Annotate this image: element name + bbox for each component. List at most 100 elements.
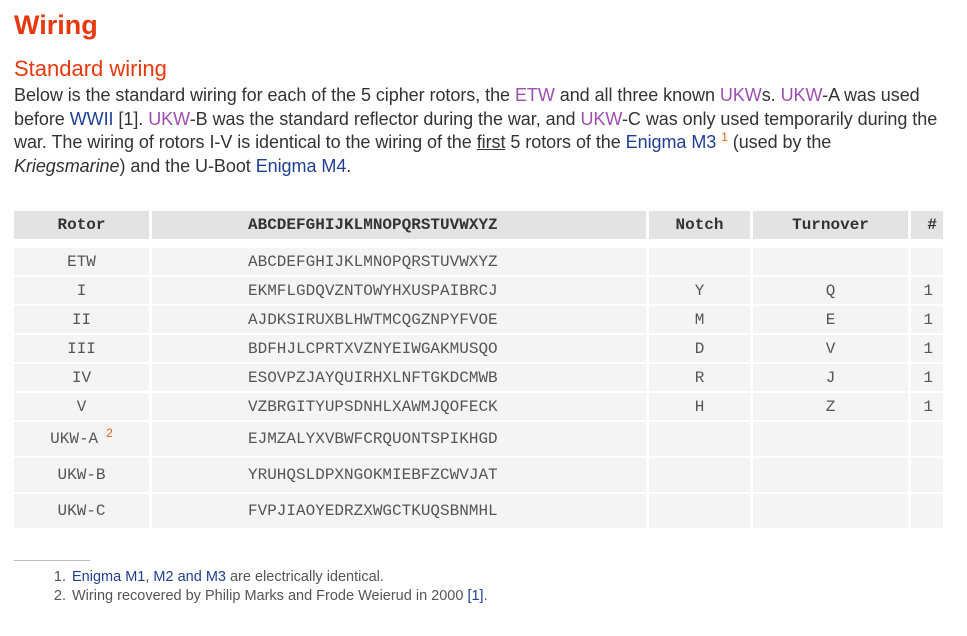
cell-notch: R: [649, 364, 753, 393]
intro-paragraph: Below is the standard wiring for each of…: [14, 84, 944, 178]
intro-text: [1].: [113, 108, 149, 129]
cell-rotor-text: V: [76, 397, 87, 416]
ukw-link[interactable]: UKW: [781, 85, 823, 105]
cell-turnover-text: Q: [825, 281, 836, 300]
m2-m3-link[interactable]: M2 and M3: [153, 569, 226, 585]
cell-turnover-text: V: [825, 339, 836, 358]
cell-turnover: Z: [753, 393, 911, 422]
enigma-m4-link[interactable]: Enigma M4: [256, 156, 347, 176]
cell-wiring: EKMFLGDQVZNTOWYHXUSPAIBRCJ: [152, 277, 649, 306]
cell-turnover: J: [753, 364, 911, 393]
cell-number-text: 1: [923, 310, 933, 329]
cell-turnover-text: J: [825, 368, 836, 387]
intro-text: Below is the standard wiring for each of…: [14, 85, 515, 105]
first-link[interactable]: first: [477, 132, 506, 152]
cell-notch-text: M: [694, 310, 705, 329]
cell-notch: [649, 248, 753, 277]
cell-wiring-text: ESOVPZJAYQUIRHXLNFTGKDCMWB: [248, 368, 498, 387]
cell-rotor-text: UKW-C: [57, 502, 106, 520]
etw-link[interactable]: ETW: [515, 85, 555, 105]
intro-text: (used by the: [727, 132, 832, 152]
cell-notch: H: [649, 393, 753, 422]
cell-number-text: 1: [923, 368, 933, 387]
table-row: UKW-C FVPJIAOYEDRZXWGCTKUQSBNMHL: [14, 494, 943, 530]
cell-wiring-text: EJMZALYXVBWFCRQUONTSPIKHGD: [248, 430, 498, 448]
cell-number: [911, 458, 943, 494]
cell-rotor: III: [14, 335, 152, 364]
cell-number: 1: [911, 335, 943, 364]
enigma-m3-link[interactable]: Enigma M3: [626, 132, 717, 152]
table-row: UKW-B YRUHQSLDPXNGOKMIEBFZCWVJAT: [14, 458, 943, 494]
cell-notch: [649, 422, 753, 458]
cell-wiring: AJDKSIRUXBLHWTMCQGZNPYFVOE: [152, 306, 649, 335]
cell-rotor-text: UKW-A: [50, 430, 99, 448]
cell-notch: [649, 458, 753, 494]
footnote-text: Wiring recovered by Philip Marks and Fro…: [72, 588, 468, 604]
cell-wiring-text: YRUHQSLDPXNGOKMIEBFZCWVJAT: [248, 466, 498, 484]
cell-notch-text: Y: [694, 281, 705, 300]
column-header-turnover: Turnover: [753, 211, 911, 239]
page: Wiring Standard wiring Below is the stan…: [14, 8, 944, 530]
cell-notch-text: D: [694, 339, 705, 358]
intro-text: 5 rotors of the: [505, 132, 626, 152]
ukw-link[interactable]: UKW: [720, 85, 762, 105]
cell-rotor: UKW-B: [14, 458, 152, 494]
ukw-link[interactable]: UKW: [580, 109, 622, 129]
cell-number-text: 1: [923, 397, 933, 416]
cell-notch-text: R: [694, 368, 705, 387]
page-title: Wiring: [14, 10, 98, 40]
cell-number-text: 1: [923, 281, 933, 300]
cell-rotor: UKW-C: [14, 494, 152, 530]
cell-rotor-text: II: [71, 310, 92, 329]
table-spacer: [14, 239, 943, 248]
ukw-link[interactable]: UKW: [148, 109, 190, 129]
footnote-1: Enigma M1, M2 and M3 are electrically id…: [70, 568, 488, 587]
cell-turnover: [753, 248, 911, 277]
cell-number: 1: [911, 277, 943, 306]
intro-text: ) and the U-Boot: [119, 155, 256, 176]
footnote-text: are electrically identical.: [225, 569, 384, 585]
table-row: UKW-A 2 EJMZALYXVBWFCRQUONTSPIKHGD: [14, 422, 943, 458]
cell-rotor: V: [14, 393, 152, 422]
cell-rotor: I: [14, 277, 152, 306]
cell-turnover: [753, 422, 911, 458]
footnote-ref-2[interactable]: 2: [106, 426, 113, 440]
intro-text: -B was the standard reflector during the…: [189, 108, 581, 129]
cell-number: 1: [911, 364, 943, 393]
footnote-ref-1[interactable]: 1: [721, 130, 728, 144]
cell-wiring: YRUHQSLDPXNGOKMIEBFZCWVJAT: [152, 458, 649, 494]
cell-turnover: E: [753, 306, 911, 335]
table-row: V VZBRGITYUPSDNHLXAWMJQOFECK H Z 1: [14, 393, 943, 422]
column-header-notch: Notch: [649, 211, 753, 239]
cell-turnover-text: E: [825, 310, 836, 329]
wwii-link[interactable]: WWII: [70, 109, 114, 129]
table-row: IV ESOVPZJAYQUIRHXLNFTGKDCMWB R J 1: [14, 364, 943, 393]
cell-wiring: FVPJIAOYEDRZXWGCTKUQSBNMHL: [152, 494, 649, 530]
cell-rotor-text: ETW: [67, 252, 96, 271]
cell-turnover: V: [753, 335, 911, 364]
m1-link[interactable]: M1: [125, 569, 145, 585]
cell-number: [911, 422, 943, 458]
cell-number: [911, 494, 943, 530]
table-row: II AJDKSIRUXBLHWTMCQGZNPYFVOE M E 1: [14, 306, 943, 335]
cell-notch: Y: [649, 277, 753, 306]
cell-rotor: ETW: [14, 248, 152, 277]
cell-wiring: BDFHJLCPRTXVZNYEIWGAKMUSQO: [152, 335, 649, 364]
intro-text: .: [346, 155, 352, 176]
reference-link[interactable]: [1]: [467, 588, 483, 604]
cell-rotor-text: I: [76, 281, 87, 300]
cell-wiring: ESOVPZJAYQUIRHXLNFTGKDCMWB: [152, 364, 649, 393]
table-header-row: Rotor ABCDEFGHIJKLMNOPQRSTUVWXYZ Notch T…: [14, 211, 943, 239]
enigma-link[interactable]: Enigma: [72, 569, 121, 585]
footnote-text: .: [483, 588, 488, 604]
intro-text: s.: [761, 85, 781, 105]
cell-turnover: [753, 458, 911, 494]
column-header-rotor: Rotor: [14, 211, 152, 239]
wiring-table: Rotor ABCDEFGHIJKLMNOPQRSTUVWXYZ Notch T…: [14, 211, 943, 530]
cell-number: 1: [911, 393, 943, 422]
cell-notch: [649, 494, 753, 530]
cell-turnover: Q: [753, 277, 911, 306]
table-row: III BDFHJLCPRTXVZNYEIWGAKMUSQO D V 1: [14, 335, 943, 364]
table-row: I EKMFLGDQVZNTOWYHXUSPAIBRCJ Y Q 1: [14, 277, 943, 306]
cell-wiring-text: AJDKSIRUXBLHWTMCQGZNPYFVOE: [248, 310, 498, 329]
